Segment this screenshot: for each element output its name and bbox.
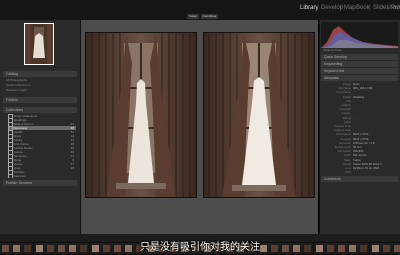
publish-services-header[interactable]: Publish Services	[3, 180, 77, 186]
navigator-photo	[25, 24, 53, 64]
catalog-row-quick[interactable]: Quick Collection +	[6, 83, 30, 87]
module-separator: |	[317, 5, 319, 11]
keywording-header[interactable]: Keywording	[321, 61, 398, 67]
catalog-row-all[interactable]: All Photographs	[6, 78, 27, 82]
comments-header[interactable]: Comments	[321, 176, 398, 182]
candidate-photo[interactable]	[204, 33, 314, 197]
collection-checkbox-icon	[8, 174, 13, 178]
select-photo[interactable]	[86, 33, 196, 197]
keyword-list-header[interactable]: Keyword List	[321, 68, 398, 74]
metadata-key: GPS	[345, 170, 351, 175]
collections-header[interactable]: Collections	[3, 107, 77, 113]
collection-name: Favorites	[13, 174, 26, 178]
folders-header[interactable]: Folders	[3, 97, 77, 103]
module-separator: |	[398, 5, 400, 11]
collection-item[interactable]: Favorites	[8, 174, 76, 178]
module-separator: |	[340, 5, 342, 11]
module-separator: |	[352, 5, 354, 11]
module-separator: |	[387, 5, 389, 11]
candidate-button[interactable]: Candidate	[201, 14, 218, 19]
swap-button[interactable]: Swap	[187, 14, 199, 19]
module-separator: |	[369, 5, 371, 11]
metadata-row: GPS	[321, 170, 398, 174]
metadata-header[interactable]: Metadata	[321, 75, 398, 81]
catalog-row-previous[interactable]: Previous Import	[6, 88, 27, 92]
navigator-preview[interactable]	[24, 23, 54, 65]
module-book[interactable]: Book	[356, 5, 370, 11]
video-subtitle: 只是没有吸引你对我的关注	[140, 242, 260, 253]
catalog-header[interactable]: Catalog	[3, 71, 77, 77]
module-library[interactable]: Library	[300, 5, 318, 11]
original-photo-label: Original Photo	[323, 48, 343, 52]
quick-develop-header[interactable]: Quick Develop	[321, 54, 398, 60]
histogram-chart	[321, 22, 398, 48]
